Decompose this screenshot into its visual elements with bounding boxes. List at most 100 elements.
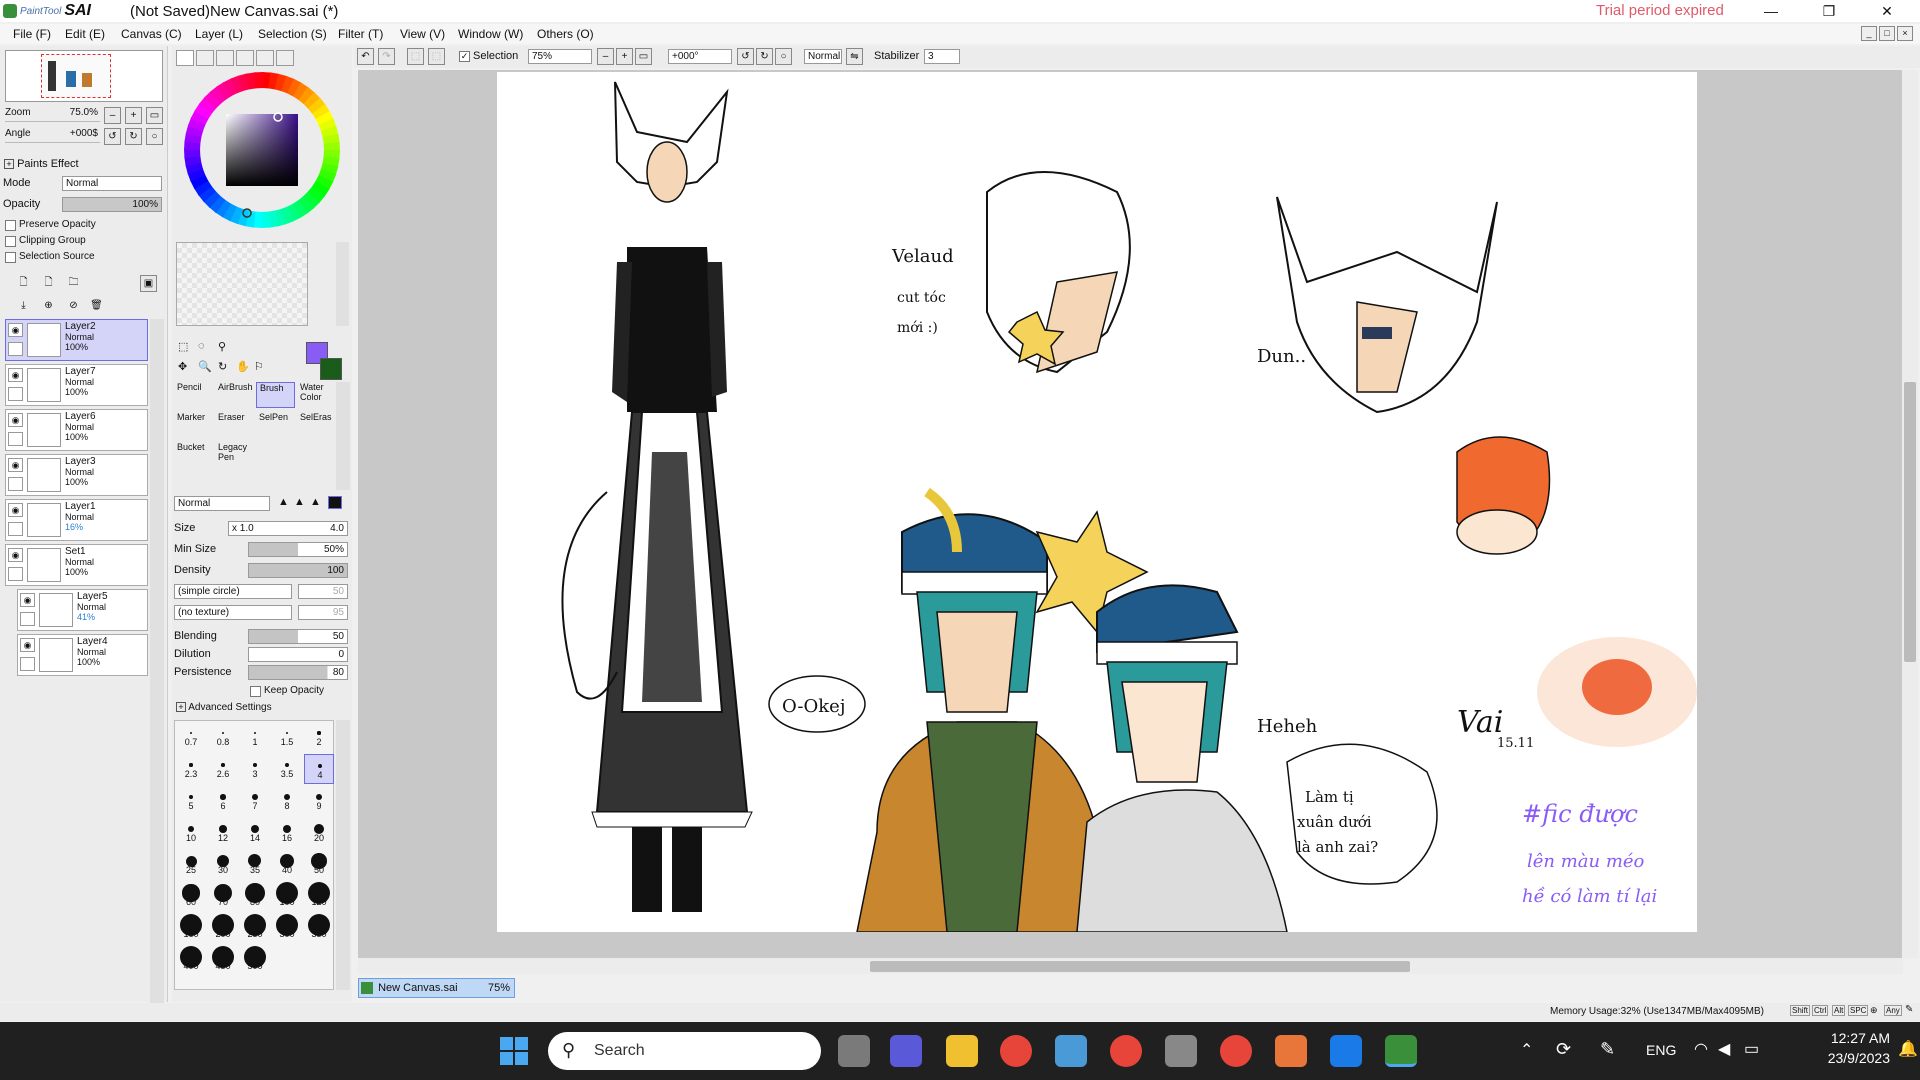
menu-window[interactable]: Window (W) [458,27,523,41]
layer-lock-icon[interactable] [8,432,23,446]
mdi-minimize-button[interactable]: _ [1861,26,1877,41]
horizontal-scroll-thumb[interactable] [870,961,1410,972]
brush-size-option[interactable]: 100 [272,882,302,912]
brush-size-option[interactable]: 9 [304,786,334,816]
brush-tip-soft-icon[interactable]: ▲ [310,496,321,508]
tool-pencil[interactable]: Pencil [174,382,213,408]
layer-lock-icon[interactable] [8,477,23,491]
secondary-color-swatch[interactable] [320,358,342,380]
layer-item[interactable]: ◉ Layer2 Normal 100% [5,319,148,361]
layer-lock-icon[interactable] [8,567,23,581]
zoom-in-icon[interactable]: + [125,107,142,124]
clock-date[interactable]: 23/9/2023 [1800,1050,1890,1066]
brush-size-option[interactable]: 10 [176,818,206,848]
rotate-ccw-icon[interactable]: ↺ [737,48,754,65]
texture-strength[interactable]: 95 [298,605,348,620]
brush-tip-sharp-icon[interactable]: ▲ [278,496,289,508]
dilution-slider[interactable]: 0 [248,647,348,662]
tool-seleras[interactable]: SelEras [297,412,336,438]
color-wheel[interactable] [182,70,342,230]
angle-slider[interactable]: Angle +000$ [5,128,100,143]
scratchpad[interactable] [176,242,308,326]
advanced-settings-toggle[interactable]: + Advanced Settings [176,702,272,713]
layer-item[interactable]: ◉ Layer1 Normal 16% [5,499,148,541]
swatch-tab-icon[interactable] [236,50,254,66]
transfer-down-icon[interactable]: ⤓ [15,298,32,315]
layer-item[interactable]: ◉ Set1 Normal 100% [5,544,148,586]
mode-select[interactable]: Normal [62,176,162,191]
stabilizer-select[interactable]: 3 [924,49,960,64]
invert-selection-icon[interactable]: ⬚ [428,48,445,65]
rotate-left-icon[interactable]: ↺ [104,128,121,145]
zalo-icon[interactable] [1330,1035,1362,1067]
paint-app-icon[interactable] [1055,1035,1087,1067]
chevron-up-icon[interactable]: ⌃ [1520,1040,1533,1060]
eye-icon[interactable]: ◉ [8,503,23,517]
tool-bucket[interactable]: Bucket [174,442,213,468]
move-icon[interactable]: ✥ [178,360,187,373]
brush-size-option[interactable]: 120 [304,882,334,912]
selection-checkbox[interactable]: ✓ [459,51,470,62]
eye-icon[interactable]: ◉ [8,413,23,427]
layer-mask-icon[interactable]: ▣ [140,275,157,292]
magic-wand-icon[interactable]: ⚲ [218,340,226,353]
flip-canvas-icon[interactable]: ⇋ [846,48,863,65]
pen-icon[interactable]: ✎ [1600,1039,1615,1060]
layer-item[interactable]: ◉ Layer4 Normal 100% [17,634,148,676]
min-size-slider[interactable]: 50% [248,542,348,557]
brush-size-option[interactable]: 60 [176,882,206,912]
minimize-button[interactable]: — [1748,0,1794,22]
blending-slider[interactable]: 50 [248,629,348,644]
brush-size-option[interactable]: 0.7 [176,722,206,752]
brush-size-option[interactable]: 4 [304,754,334,784]
sai-app-icon[interactable] [1385,1035,1417,1067]
brush-size-option[interactable]: 2.6 [208,754,238,784]
color-mix-tab-icon[interactable] [276,50,294,66]
eye-icon[interactable]: ◉ [8,368,23,382]
brush-size-option[interactable]: 5 [176,786,206,816]
menu-layer[interactable]: Layer (L) [195,27,243,41]
brush-size-option[interactable]: 0.8 [208,722,238,752]
vertical-scroll-thumb[interactable] [1904,382,1916,662]
layer-scrollbar[interactable] [150,319,164,1019]
delete-layer-icon[interactable]: 🗑 [88,298,105,315]
eye-icon[interactable]: ◉ [20,638,35,652]
hand-tool-icon[interactable]: ✋ [236,360,250,373]
notification-icon[interactable]: 🔔 [1898,1039,1918,1059]
preserve-opacity-checkbox[interactable] [5,220,16,231]
brush-size-option[interactable]: 16 [272,818,302,848]
close-button[interactable]: ✕ [1864,0,1910,22]
taskbar-search-box[interactable]: ⚲ Search [548,1032,821,1070]
new-layer-icon[interactable]: 🗋 [15,275,32,292]
hsv-slider-tab-icon[interactable] [216,50,234,66]
brush-size-scrollbar[interactable] [336,720,350,990]
wifi-icon[interactable]: ◠ [1694,1039,1708,1059]
tool-marker[interactable]: Marker [174,412,213,438]
tool-selpen[interactable]: SelPen [256,412,295,438]
brush-size-option[interactable]: 40 [272,850,302,880]
brush-shape-select[interactable]: (simple circle) [174,584,292,599]
eye-icon[interactable]: ◉ [8,548,23,562]
brush-size-option[interactable]: 70 [208,882,238,912]
density-slider[interactable]: 100 [248,563,348,578]
canvas-horizontal-scrollbar[interactable] [358,958,1903,974]
brush-size-option[interactable]: 25 [176,850,206,880]
restore-button[interactable]: ❐ [1806,0,1852,22]
rotate-reset-icon[interactable]: ○ [775,48,792,65]
paint-effect-header[interactable]: + Paints Effect [4,158,79,170]
tablet-driver-icon[interactable] [1165,1035,1197,1067]
tool-brush[interactable]: Brush [256,382,295,408]
brush-blend-select[interactable]: Normal [174,496,270,511]
hue-segment[interactable] [253,72,264,89]
zoom-reset-icon[interactable]: ▭ [146,107,163,124]
zoom-out-icon[interactable]: – [597,48,614,65]
layer-item[interactable]: ◉ Layer7 Normal 100% [5,364,148,406]
brush-size-option[interactable]: 450 [208,946,238,976]
brush-size-option[interactable]: 400 [176,946,206,976]
chrome-profile-icon[interactable] [1110,1035,1142,1067]
menu-selection[interactable]: Selection (S) [258,27,327,41]
rotate-right-icon[interactable]: ↻ [125,128,142,145]
brush-size-option[interactable]: 2 [304,722,334,752]
rotate-reset-icon[interactable]: ○ [146,128,163,145]
menu-canvas[interactable]: Canvas (C) [121,27,182,41]
